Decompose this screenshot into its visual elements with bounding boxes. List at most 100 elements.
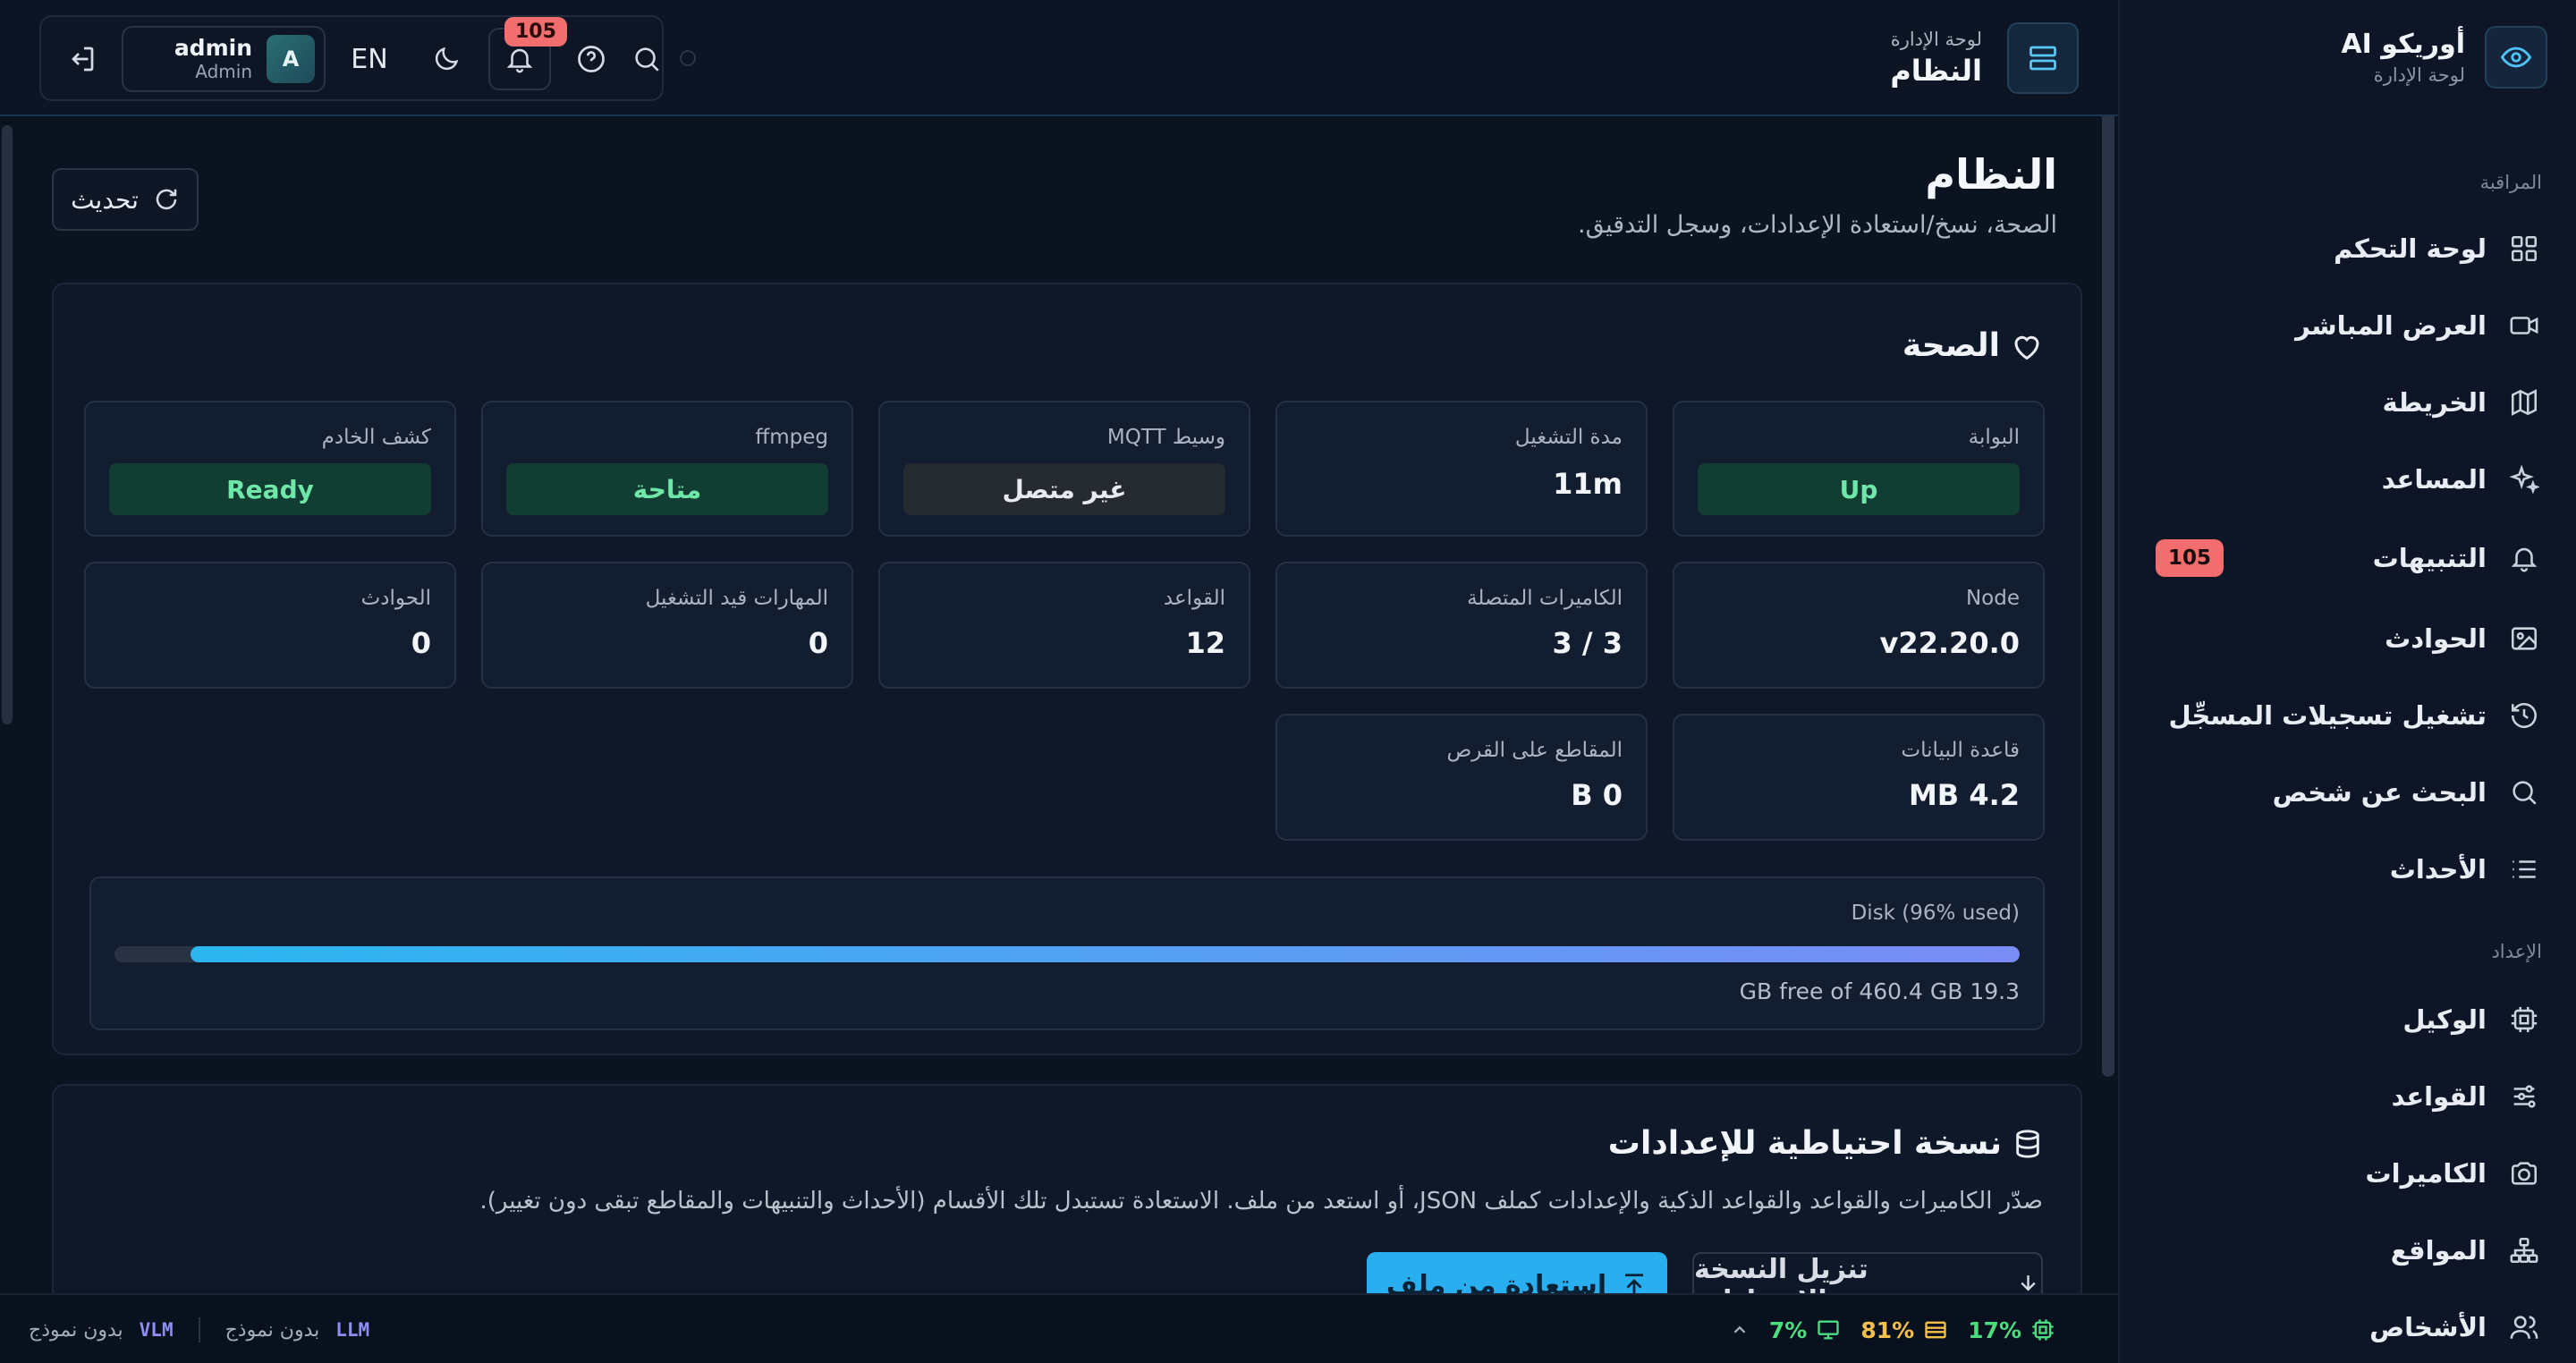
tile-value: 0	[411, 626, 431, 660]
brand-name: أوريكو AI	[2341, 29, 2465, 60]
tile-label: وسيط MQTT	[1106, 426, 1225, 449]
tile-discovery: كشف الخادم Ready	[84, 401, 456, 537]
health-card: الصحة البوابة Up مدة التشغيل 11m وسيط MQ…	[52, 283, 2082, 1055]
tile-value: 11m	[1553, 467, 1623, 501]
sidebar-item-label: القواعد	[2391, 1081, 2487, 1112]
sidebar-item-nvr-playback[interactable]: تشغيل تسجيلات المسجِّل	[2156, 689, 2540, 742]
sidebar-item-label: لوحة التحكم	[2334, 233, 2487, 264]
sidebar-item-alerts[interactable]: التنبيهات 105	[2156, 531, 2540, 585]
sidebar-item-label: المساعد	[2381, 464, 2487, 495]
language-toggle[interactable]: EN	[338, 28, 401, 90]
status-badge: Up	[1698, 463, 2020, 515]
video-icon	[2508, 309, 2540, 342]
sidebar-item-events[interactable]: الأحداث	[2156, 842, 2540, 896]
upload-icon	[1625, 1274, 1644, 1293]
sidebar: أوريكو AI لوحة الإدارة المراقبة لوحة الت…	[2118, 0, 2576, 1363]
tile-ffmpeg: ffmpeg متاحة	[481, 401, 853, 537]
server-icon[interactable]	[2007, 22, 2079, 94]
health-title-text: الصحة	[1902, 327, 2000, 364]
refresh-icon	[156, 189, 177, 210]
tile-value: 12	[1185, 626, 1225, 660]
brand[interactable]: أوريكو AI لوحة الإدارة	[2341, 21, 2547, 93]
breadcrumb: لوحة الإدارة النظام	[1890, 21, 2079, 95]
main-content: النظام الصحة، نسخ/استعادة الإعدادات، وسج…	[0, 118, 2098, 1293]
eye-icon	[2485, 26, 2547, 89]
tile-label: الكاميرات المتصلة	[1467, 587, 1623, 610]
bell-icon	[2508, 542, 2540, 574]
status-badge: Ready	[109, 463, 431, 515]
app-root: أوريكو AI لوحة الإدارة المراقبة لوحة الت…	[0, 0, 2576, 1363]
sidebar-item-label: التنبيهات	[2372, 543, 2487, 573]
restore-from-file-button[interactable]: استعادة من ملف	[1367, 1252, 1667, 1293]
resource-metrics[interactable]: 17% 81% 7%	[1730, 1295, 2055, 1363]
download-backup-button[interactable]: تنزيل النسخة الاحتياطية	[1692, 1252, 2043, 1293]
tile-label: القواعد	[1163, 587, 1225, 610]
tile-label: ffmpeg	[755, 426, 828, 449]
tile-skills: المهارات قيد التشغيل 0	[481, 562, 853, 689]
backup-title-text: نسخة احتياطية للإعدادات	[1607, 1125, 2002, 1162]
sidebar-item-label: الكاميرات	[2365, 1158, 2487, 1189]
tile-label: المهارات قيد التشغيل	[645, 587, 828, 610]
memory-icon	[1925, 1321, 1946, 1339]
logout-icon	[72, 47, 94, 72]
tile-value: 3 / 3	[1552, 626, 1623, 660]
notifications-count: 105	[504, 17, 567, 47]
refresh-label: تحديث	[71, 184, 139, 215]
backup-description: صدّر الكاميرات والقواعد والقواعد الذكية …	[479, 1188, 2043, 1215]
tile-value: 0	[808, 626, 828, 660]
sidebar-item-label: الأحداث	[2389, 854, 2487, 885]
scrollbar-thumb[interactable]	[2102, 4, 2114, 1077]
chevron-up-icon[interactable]	[1730, 1320, 1750, 1340]
tile-rules: القواعد 12	[878, 562, 1250, 689]
disk-free-text: GB free of 460.4 GB 19.3	[1739, 978, 2020, 1004]
sidebar-item-cameras[interactable]: الكاميرات	[2156, 1147, 2540, 1200]
theme-toggle[interactable]	[415, 28, 478, 90]
sidebar-item-people[interactable]: الأشخاص	[2156, 1300, 2540, 1354]
user-role: Admin	[195, 61, 252, 82]
memory-metric: 81%	[1860, 1317, 1948, 1343]
topbar-toolgroup: admin Admin A EN 105	[39, 15, 664, 101]
sidebar-scrollbar[interactable]	[2098, 0, 2118, 1363]
backup-title: نسخة احتياطية للإعدادات	[1608, 1125, 2043, 1162]
sidebar-item-dashboard[interactable]: لوحة التحكم	[2156, 222, 2540, 275]
sidebar-item-map[interactable]: الخريطة	[2156, 376, 2540, 429]
cpu-value: 17%	[1968, 1316, 2021, 1343]
sidebar-item-sites[interactable]: المواقع	[2156, 1223, 2540, 1277]
tile-incidents: الحوادث 0	[84, 562, 456, 689]
alerts-count-badge: 105	[2156, 539, 2224, 577]
help-button[interactable]	[560, 28, 623, 90]
sidebar-item-incidents[interactable]: الحوادث	[2156, 612, 2540, 665]
tile-label: مدة التشغيل	[1514, 426, 1623, 449]
tile-label: المقاطع على القرص	[1446, 739, 1623, 762]
grid-icon	[2508, 233, 2540, 265]
gpu-value: 7%	[1768, 1316, 1808, 1343]
vlm-tag: VLM	[139, 1319, 174, 1341]
bell-icon	[506, 48, 533, 73]
disk-progress-fill	[191, 946, 2020, 962]
sidebar-item-label: العرض المباشر	[2295, 310, 2487, 341]
topbar: لوحة الإدارة النظام admin Admin A EN 105	[0, 0, 2118, 116]
user-menu[interactable]: admin Admin A	[122, 26, 326, 92]
sidebar-item-rules[interactable]: القواعد	[2156, 1070, 2540, 1123]
camera-icon	[2508, 1157, 2540, 1189]
tile-value: v22.20.0	[1879, 626, 2021, 660]
tile-clips: المقاطع على القرص B 0	[1275, 714, 1648, 841]
memory-value: 81%	[1860, 1316, 1915, 1343]
search-icon	[2508, 776, 2540, 808]
sidebar-item-label: الخريطة	[2382, 387, 2487, 418]
sidebar-item-live-view[interactable]: العرض المباشر	[2156, 299, 2540, 352]
sidebar-item-person-search[interactable]: البحث عن شخص	[2156, 766, 2540, 819]
tile-gateway: البوابة Up	[1673, 401, 2045, 537]
notifications-button[interactable]: 105	[488, 17, 567, 90]
avatar: A	[267, 35, 315, 83]
search-button[interactable]	[631, 28, 662, 90]
download-icon	[2021, 1275, 2036, 1291]
refresh-button[interactable]: تحديث	[52, 168, 199, 231]
llm-status-value: بدون نموذج	[225, 1318, 320, 1342]
model-status: بدون نموذج VLM بدون نموذج LLM	[29, 1295, 369, 1363]
sidebar-item-assistant[interactable]: المساعد	[2156, 453, 2540, 506]
logout-button[interactable]	[50, 28, 113, 90]
tile-node: Node v22.20.0	[1673, 562, 2045, 689]
tile-value: MB 4.2	[1908, 778, 2020, 812]
sidebar-item-agent[interactable]: الوكيل	[2156, 993, 2540, 1046]
